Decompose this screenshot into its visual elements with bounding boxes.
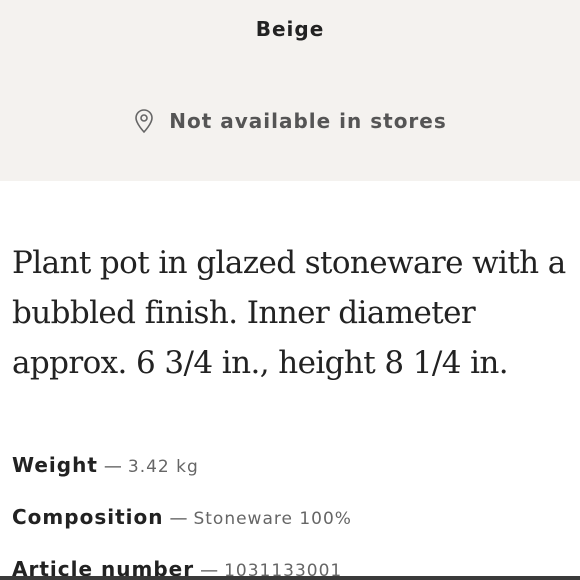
product-details-page: Beige Not available in stores Plant pot …	[0, 0, 580, 580]
spec-composition: Composition — Stoneware 100%	[12, 505, 572, 529]
product-availability-panel: Beige Not available in stores	[0, 0, 580, 181]
spec-separator: —	[103, 456, 122, 477]
store-availability-text: Not available in stores	[169, 109, 447, 133]
product-description: Plant pot in glazed stoneware with a bub…	[12, 245, 566, 381]
spec-weight-label: Weight	[12, 453, 98, 477]
spec-composition-value: Stoneware 100%	[193, 509, 352, 529]
spec-weight-value: 3.42 kg	[127, 457, 199, 477]
spec-composition-label: Composition	[12, 505, 164, 529]
spec-separator: —	[169, 508, 188, 529]
bottom-divider	[0, 576, 580, 580]
location-pin-icon	[133, 108, 155, 134]
store-availability-row[interactable]: Not available in stores	[0, 108, 580, 134]
selected-color-name: Beige	[255, 17, 325, 41]
spec-weight: Weight —3.42 kg	[12, 453, 572, 477]
